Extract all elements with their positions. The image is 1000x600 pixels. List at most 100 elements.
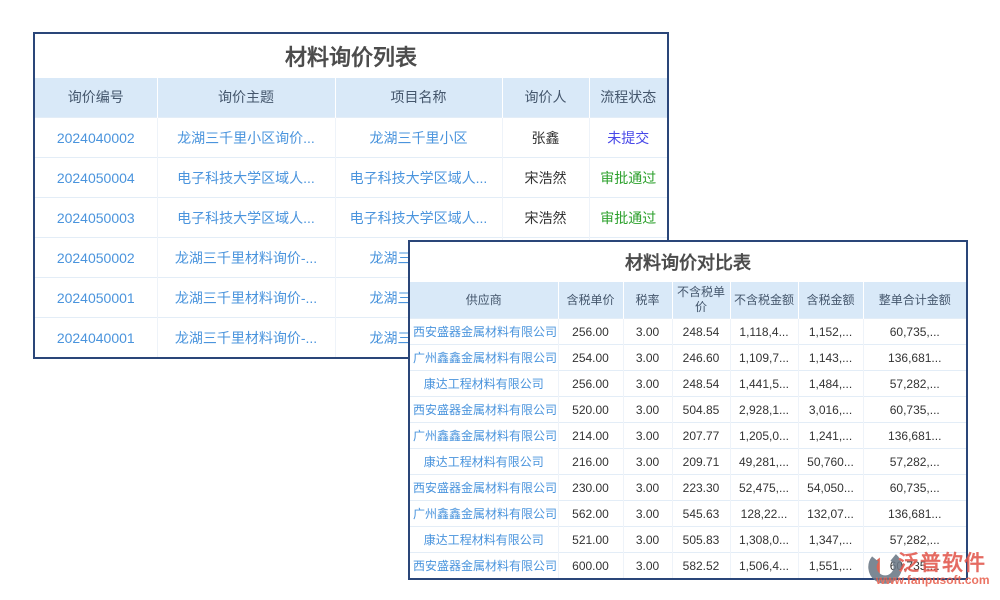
table-row: 2024050004电子科技大学区域人...电子科技大学区域人...宋浩然审批通… xyxy=(35,158,667,198)
tax-rate-cell: 3.00 xyxy=(623,501,672,527)
project-name-link[interactable]: 龙湖三千里小区 xyxy=(335,118,502,158)
amount-with-tax-cell: 54,050... xyxy=(798,475,863,501)
tax-rate-cell: 3.00 xyxy=(623,345,672,371)
table-row: 广州鑫鑫金属材料有限公司214.003.00207.771,205,0...1,… xyxy=(410,423,966,449)
inquiry-id-link[interactable]: 2024040002 xyxy=(35,118,157,158)
order-total-cell: 136,681... xyxy=(863,423,966,449)
inquirer-name: 张鑫 xyxy=(502,118,589,158)
amount-no-tax-cell: 1,506,4... xyxy=(730,553,798,579)
price-no-tax-cell: 246.60 xyxy=(672,345,730,371)
col-header-supplier: 供应商 xyxy=(410,282,558,319)
amount-with-tax-cell: 1,484,... xyxy=(798,371,863,397)
price-with-tax-cell: 230.00 xyxy=(558,475,623,501)
amount-no-tax-cell: 128,22... xyxy=(730,501,798,527)
tax-rate-cell: 3.00 xyxy=(623,397,672,423)
order-total-cell: 60,735,... xyxy=(863,475,966,501)
col-header-tax-rate: 税率 xyxy=(623,282,672,319)
vendor-watermark: 泛普软件 www.fanpusoft.com xyxy=(858,543,1000,595)
status-badge[interactable]: 未提交 xyxy=(589,118,667,158)
amount-with-tax-cell: 1,551,... xyxy=(798,553,863,579)
price-no-tax-cell: 505.83 xyxy=(672,527,730,553)
table-row: 西安盛器金属材料有限公司520.003.00504.852,928,1...3,… xyxy=(410,397,966,423)
order-total-cell: 136,681... xyxy=(863,345,966,371)
comparison-header: 供应商 含税单价 税率 不含税单价 不含税金额 含税金额 整单合计金额 xyxy=(410,282,966,319)
price-no-tax-cell: 209.71 xyxy=(672,449,730,475)
tax-rate-cell: 3.00 xyxy=(623,527,672,553)
comparison-panel: 材料询价对比表 供应商 含税单价 税率 不含税单价 不含税金额 含税金额 整单合… xyxy=(408,240,968,580)
amount-with-tax-cell: 1,143,... xyxy=(798,345,863,371)
inquiry-subject-link[interactable]: 电子科技大学区域人... xyxy=(157,158,335,198)
supplier-link[interactable]: 康达工程材料有限公司 xyxy=(410,371,558,397)
inquirer-name: 宋浩然 xyxy=(502,198,589,238)
supplier-link[interactable]: 西安盛器金属材料有限公司 xyxy=(410,319,558,345)
tax-rate-cell: 3.00 xyxy=(623,423,672,449)
col-header-project-name: 项目名称 xyxy=(335,78,502,118)
inquiry-id-link[interactable]: 2024050002 xyxy=(35,238,157,278)
supplier-link[interactable]: 广州鑫鑫金属材料有限公司 xyxy=(410,423,558,449)
supplier-link[interactable]: 西安盛器金属材料有限公司 xyxy=(410,397,558,423)
price-no-tax-cell: 582.52 xyxy=(672,553,730,579)
amount-with-tax-cell: 1,152,... xyxy=(798,319,863,345)
inquiry-id-link[interactable]: 2024050001 xyxy=(35,278,157,318)
table-row: 广州鑫鑫金属材料有限公司254.003.00246.601,109,7...1,… xyxy=(410,345,966,371)
supplier-link[interactable]: 西安盛器金属材料有限公司 xyxy=(410,553,558,579)
col-header-inquiry-id: 询价编号 xyxy=(35,78,157,118)
order-total-cell: 136,681... xyxy=(863,501,966,527)
status-badge[interactable]: 审批通过 xyxy=(589,158,667,198)
table-row: 广州鑫鑫金属材料有限公司562.003.00545.63128,22...132… xyxy=(410,501,966,527)
amount-no-tax-cell: 1,109,7... xyxy=(730,345,798,371)
price-with-tax-cell: 521.00 xyxy=(558,527,623,553)
tax-rate-cell: 3.00 xyxy=(623,475,672,501)
supplier-link[interactable]: 广州鑫鑫金属材料有限公司 xyxy=(410,345,558,371)
supplier-link[interactable]: 康达工程材料有限公司 xyxy=(410,527,558,553)
table-row: 2024040002龙湖三千里小区询价...龙湖三千里小区张鑫未提交 xyxy=(35,118,667,158)
amount-no-tax-cell: 52,475,... xyxy=(730,475,798,501)
amount-with-tax-cell: 50,760... xyxy=(798,449,863,475)
amount-with-tax-cell: 1,347,... xyxy=(798,527,863,553)
price-no-tax-cell: 248.54 xyxy=(672,371,730,397)
table-row: 西安盛器金属材料有限公司230.003.00223.3052,475,...54… xyxy=(410,475,966,501)
tax-rate-cell: 3.00 xyxy=(623,371,672,397)
inquiry-subject-link[interactable]: 电子科技大学区域人... xyxy=(157,198,335,238)
table-row: 2024050003电子科技大学区域人...电子科技大学区域人...宋浩然审批通… xyxy=(35,198,667,238)
price-no-tax-cell: 248.54 xyxy=(672,319,730,345)
amount-no-tax-cell: 1,308,0... xyxy=(730,527,798,553)
watermark-url-text: www.fanpusoft.com xyxy=(876,573,990,587)
inquiry-id-link[interactable]: 2024040001 xyxy=(35,318,157,358)
inquiry-subject-link[interactable]: 龙湖三千里材料询价-... xyxy=(157,238,335,278)
amount-no-tax-cell: 49,281,... xyxy=(730,449,798,475)
inquiry-subject-link[interactable]: 龙湖三千里小区询价... xyxy=(157,118,335,158)
col-header-price-with-tax: 含税单价 xyxy=(558,282,623,319)
order-total-cell: 60,735,... xyxy=(863,397,966,423)
inquirer-name: 宋浩然 xyxy=(502,158,589,198)
amount-no-tax-cell: 1,205,0... xyxy=(730,423,798,449)
price-with-tax-cell: 562.00 xyxy=(558,501,623,527)
price-no-tax-cell: 545.63 xyxy=(672,501,730,527)
supplier-link[interactable]: 康达工程材料有限公司 xyxy=(410,449,558,475)
amount-no-tax-cell: 2,928,1... xyxy=(730,397,798,423)
inquiry-id-link[interactable]: 2024050003 xyxy=(35,198,157,238)
price-with-tax-cell: 254.00 xyxy=(558,345,623,371)
tax-rate-cell: 3.00 xyxy=(623,319,672,345)
status-badge[interactable]: 审批通过 xyxy=(589,198,667,238)
supplier-link[interactable]: 广州鑫鑫金属材料有限公司 xyxy=(410,501,558,527)
price-with-tax-cell: 256.00 xyxy=(558,319,623,345)
price-with-tax-cell: 600.00 xyxy=(558,553,623,579)
comparison-table: 供应商 含税单价 税率 不含税单价 不含税金额 含税金额 整单合计金额 西安盛器… xyxy=(410,282,966,578)
inquiry-subject-link[interactable]: 龙湖三千里材料询价-... xyxy=(157,318,335,358)
table-row: 康达工程材料有限公司216.003.00209.7149,281,...50,7… xyxy=(410,449,966,475)
project-name-link[interactable]: 电子科技大学区域人... xyxy=(335,158,502,198)
price-no-tax-cell: 504.85 xyxy=(672,397,730,423)
inquiry-id-link[interactable]: 2024050004 xyxy=(35,158,157,198)
supplier-link[interactable]: 西安盛器金属材料有限公司 xyxy=(410,475,558,501)
table-row: 西安盛器金属材料有限公司256.003.00248.541,118,4...1,… xyxy=(410,319,966,345)
inquiry-subject-link[interactable]: 龙湖三千里材料询价-... xyxy=(157,278,335,318)
price-with-tax-cell: 214.00 xyxy=(558,423,623,449)
order-total-cell: 57,282,... xyxy=(863,371,966,397)
project-name-link[interactable]: 电子科技大学区域人... xyxy=(335,198,502,238)
price-no-tax-cell: 207.77 xyxy=(672,423,730,449)
amount-with-tax-cell: 1,241,... xyxy=(798,423,863,449)
price-with-tax-cell: 256.00 xyxy=(558,371,623,397)
col-header-amount-with-tax: 含税金额 xyxy=(798,282,863,319)
inquiry-list-header: 询价编号 询价主题 项目名称 询价人 流程状态 xyxy=(35,78,667,118)
